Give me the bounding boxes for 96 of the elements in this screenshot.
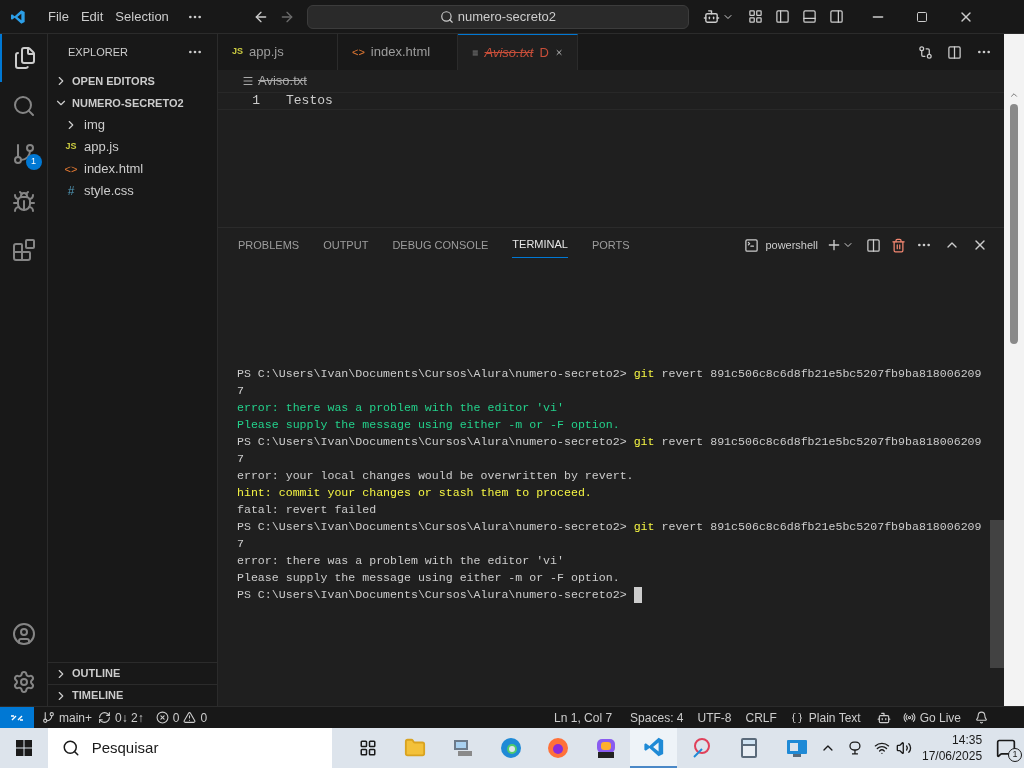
- terminal-prompt: PS C:\Users\Ivan\Documents\Cursos\Alura\numero-secreto2>: [237, 434, 627, 450]
- notification-badge: 1: [25, 154, 42, 170]
- terminal-arguments: revert 891c506c8c6d8fb21e5bc5207fb9ba818006209: [661, 366, 982, 382]
- run-debug-icon[interactable]: [11, 190, 36, 214]
- notification-badge: 1: [1008, 748, 1023, 762]
- new-terminal-icon[interactable]: [826, 237, 842, 253]
- sidebar-title: EXPLORER: [68, 44, 128, 60]
- problems-status[interactable]: 0 0: [155, 708, 208, 727]
- file-tree-item[interactable]: # style.css: [48, 180, 217, 202]
- cursor-position[interactable]: Ln 1, Col 7: [554, 708, 613, 727]
- menu-item[interactable]: Edit: [74, 6, 110, 27]
- copilot-icon[interactable]: [702, 8, 720, 25]
- maximize-icon[interactable]: [915, 10, 928, 23]
- file-type-icon: <>: [64, 160, 78, 178]
- search-icon: [439, 9, 454, 24]
- terminal-name[interactable]: powershell: [765, 236, 818, 254]
- terminal-arguments: revert 891c506c8c6d8fb21e5bc5207fb9ba818006209: [661, 434, 982, 450]
- extensions-icon[interactable]: [11, 238, 36, 262]
- file-type-icon: JS: [65, 140, 77, 154]
- account-icon[interactable]: [11, 622, 36, 646]
- file-type-icon: <>: [352, 43, 365, 61]
- wifi-icon[interactable]: [874, 740, 891, 756]
- secondary-sidebar-icon[interactable]: [828, 9, 844, 24]
- panel-tab[interactable]: TERMINAL: [512, 232, 568, 258]
- layout-icon[interactable]: [747, 9, 763, 24]
- command-search-field[interactable]: numero-secreto2: [306, 4, 689, 29]
- panel-toggle-icon[interactable]: [801, 9, 817, 24]
- notifications-icon[interactable]: [975, 711, 988, 724]
- explorer-icon[interactable]: [12, 46, 37, 70]
- branch-icon: [42, 711, 55, 724]
- error-icon: [155, 711, 169, 724]
- terminal-output-line: fatal: revert failed: [237, 502, 377, 518]
- windows-logo: [15, 740, 32, 756]
- split-editor-icon[interactable]: [947, 44, 962, 60]
- scrollbar-thumb[interactable]: [990, 520, 1004, 668]
- menu-item[interactable]: Selection: [109, 6, 175, 27]
- section-header[interactable]: OUTLINE: [48, 662, 217, 684]
- terminal-prompt: PS C:\Users\Ivan\Documents\Cursos\Alura\numero-secreto2>: [237, 519, 627, 535]
- terminal-output-line: error: there was a problem with the editor 'vi': [237, 553, 564, 569]
- taskbar-search-field[interactable]: Pesquisar: [47, 728, 332, 768]
- volume-icon[interactable]: [896, 740, 912, 756]
- trash-icon[interactable]: [891, 237, 906, 253]
- scroll-up-icon: [1009, 90, 1019, 100]
- split-terminal-icon[interactable]: [866, 237, 881, 253]
- terminal-command: git: [633, 366, 655, 382]
- terminal-command: git: [633, 519, 655, 535]
- compare-icon[interactable]: [918, 44, 933, 60]
- broadcast-icon: [902, 711, 916, 724]
- source-control-icon[interactable]: [11, 142, 36, 166]
- terminal-output-line: error: there was a problem with the editor 'vi': [237, 400, 564, 416]
- file-tree-item[interactable]: img: [48, 114, 217, 136]
- settings-icon[interactable]: [11, 670, 36, 694]
- branch-status[interactable]: main+: [42, 708, 93, 727]
- terminal-output-line: error: your local changes would be overwritten by revert.: [237, 468, 634, 484]
- terminal-output-line: Please supply the message using either -m or -F option.: [237, 417, 620, 433]
- sync-status[interactable]: 0↓ 2↑: [98, 708, 144, 727]
- terminal-command: git: [633, 434, 655, 450]
- file-tree-item[interactable]: <> index.html: [48, 158, 217, 180]
- terminal-output-line: 7: [237, 383, 244, 399]
- vscode-logo: [10, 8, 26, 25]
- encoding-status[interactable]: UTF-8: [697, 708, 732, 727]
- panel-tab[interactable]: DEBUG CONSOLE: [392, 232, 489, 258]
- search-icon[interactable]: [11, 94, 36, 118]
- terminal-output-line: hint: commit your changes or stash them to proceed.: [237, 485, 592, 501]
- editor-tab[interactable]: Aviso.txt D: [458, 34, 578, 70]
- panel-tab[interactable]: PROBLEMS: [238, 232, 300, 258]
- terminal-output-line: 7: [237, 451, 244, 467]
- copilot-icon[interactable]: [876, 710, 891, 725]
- notification-center-icon[interactable]: [996, 738, 1017, 758]
- clock[interactable]: 14:35 17/06/2025: [922, 732, 983, 764]
- file-type-icon: #: [67, 182, 75, 200]
- braces-icon: [790, 711, 803, 724]
- search-icon: [61, 739, 80, 757]
- panel-tab[interactable]: OUTPUT: [323, 232, 369, 258]
- sidebar-toggle-icon[interactable]: [774, 9, 790, 24]
- section-header[interactable]: NUMERO-SECRETO2: [48, 92, 217, 114]
- language-mode[interactable]: Plain Text: [790, 708, 861, 727]
- breadcrumb-item[interactable]: Aviso.txt: [258, 71, 307, 91]
- line-ending-status[interactable]: CRLF: [745, 708, 777, 727]
- panel-tab[interactable]: PORTS: [591, 232, 630, 258]
- section-header[interactable]: OPEN EDITORS: [48, 70, 217, 92]
- file-tree-item[interactable]: JS app.js: [48, 136, 217, 158]
- line-number: 1: [251, 92, 260, 111]
- terminal-prompt: PS C:\Users\Ivan\Documents\Cursos\Alura\numero-secreto2>: [237, 366, 627, 382]
- file-type-icon: JS: [232, 45, 243, 59]
- code-line: Testos: [286, 92, 333, 111]
- go-live-button[interactable]: Go Live: [902, 708, 961, 727]
- terminal-output-line: Please supply the message using either -m or -F option.: [237, 570, 620, 586]
- terminal-output-line: 7: [237, 536, 244, 552]
- terminal-arguments: revert 891c506c8c6d8fb21e5bc5207fb9ba818006209: [661, 519, 982, 535]
- sync-icon: [98, 711, 112, 724]
- warning-icon: [183, 711, 197, 724]
- terminal-prompt: PS C:\Users\Ivan\Documents\Cursos\Alura\numero-secreto2>: [237, 587, 627, 603]
- terminal-icon: [744, 237, 760, 253]
- indentation-status[interactable]: Spaces: 4: [630, 708, 684, 727]
- menu-item[interactable]: File: [42, 6, 75, 27]
